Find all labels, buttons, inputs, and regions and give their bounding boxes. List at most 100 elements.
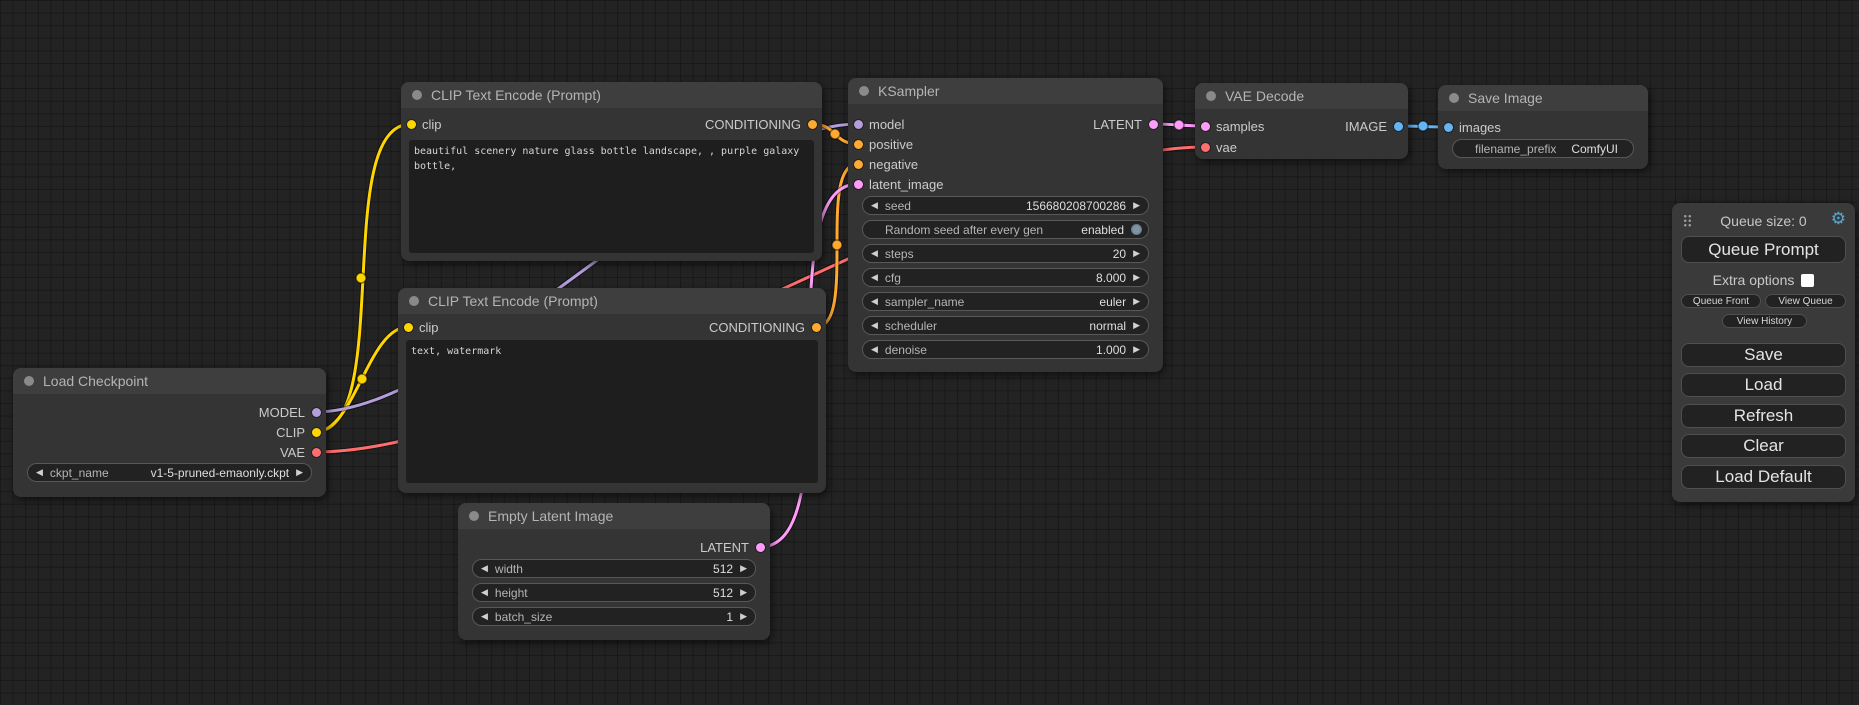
link-dot-latent bbox=[1174, 120, 1184, 130]
decrement-arrow-icon[interactable]: ◀ bbox=[481, 564, 488, 573]
decrement-arrow-icon[interactable]: ◀ bbox=[871, 321, 878, 330]
increment-arrow-icon[interactable]: ▶ bbox=[1133, 345, 1140, 354]
widget-value: 156680208700286 bbox=[1026, 199, 1126, 213]
increment-arrow-icon[interactable]: ▶ bbox=[296, 468, 303, 477]
view-history-button[interactable]: View History bbox=[1722, 314, 1807, 328]
input-slot-negative[interactable] bbox=[854, 160, 863, 169]
node-clip-text-encode-positive[interactable]: CLIP Text Encode (Prompt) clip CONDITION… bbox=[401, 82, 822, 261]
input-slot-positive[interactable] bbox=[854, 140, 863, 149]
output-label-conditioning: CONDITIONING bbox=[709, 320, 805, 335]
load-default-button[interactable]: Load Default bbox=[1681, 465, 1846, 489]
increment-arrow-icon[interactable]: ▶ bbox=[740, 588, 747, 597]
refresh-button[interactable]: Refresh bbox=[1681, 404, 1846, 428]
input-slot-samples[interactable] bbox=[1201, 122, 1210, 131]
collapse-dot-icon[interactable] bbox=[409, 296, 419, 306]
decrement-arrow-icon[interactable]: ◀ bbox=[36, 468, 43, 477]
node-vae-decode[interactable]: VAE Decode samples IMAGE vae bbox=[1195, 83, 1408, 159]
extra-options-label: Extra options bbox=[1713, 272, 1795, 288]
collapse-dot-icon[interactable] bbox=[412, 90, 422, 100]
view-queue-button[interactable]: View Queue bbox=[1765, 294, 1846, 308]
link-dot-conditioning-1 bbox=[830, 129, 840, 139]
widget-denoise[interactable]: ◀ denoise 1.000 ▶ bbox=[862, 340, 1149, 359]
input-slot-images[interactable] bbox=[1444, 123, 1453, 132]
node-title-bar[interactable]: KSampler bbox=[848, 78, 1163, 104]
input-slot-latent-image[interactable] bbox=[854, 180, 863, 189]
widget-label: batch_size bbox=[495, 610, 552, 624]
output-label-vae: VAE bbox=[280, 445, 305, 460]
random-seed-toggle[interactable] bbox=[1131, 224, 1142, 235]
node-title: KSampler bbox=[878, 83, 939, 99]
collapse-dot-icon[interactable] bbox=[1206, 91, 1216, 101]
output-slot-latent[interactable] bbox=[756, 543, 765, 552]
node-empty-latent-image[interactable]: Empty Latent Image LATENT ◀ width 512 ▶ … bbox=[458, 503, 770, 640]
node-save-image[interactable]: Save Image images filename_prefix ComfyU… bbox=[1438, 85, 1648, 169]
queue-prompt-button[interactable]: Queue Prompt bbox=[1681, 236, 1846, 263]
increment-arrow-icon[interactable]: ▶ bbox=[740, 564, 747, 573]
collapse-dot-icon[interactable] bbox=[469, 511, 479, 521]
input-slot-clip[interactable] bbox=[407, 120, 416, 129]
widget-batch-size[interactable]: ◀ batch_size 1 ▶ bbox=[472, 607, 756, 626]
widget-value: ComfyUI bbox=[1571, 142, 1618, 156]
increment-arrow-icon[interactable]: ▶ bbox=[740, 612, 747, 621]
widget-width[interactable]: ◀ width 512 ▶ bbox=[472, 559, 756, 578]
widget-sampler-name[interactable]: ◀ sampler_name euler ▶ bbox=[862, 292, 1149, 311]
widget-label: height bbox=[495, 586, 528, 600]
output-slot-latent[interactable] bbox=[1149, 120, 1158, 129]
widget-ckpt-name[interactable]: ◀ ckpt_name v1-5-pruned-emaonly.ckpt ▶ bbox=[27, 463, 312, 482]
widget-random-seed[interactable]: Random seed after every gen enabled bbox=[862, 220, 1149, 239]
node-load-checkpoint[interactable]: Load Checkpoint MODEL CLIP VAE ◀ ckpt_na… bbox=[13, 368, 326, 497]
settings-gear-icon[interactable]: ⚙ bbox=[1831, 209, 1846, 229]
increment-arrow-icon[interactable]: ▶ bbox=[1133, 249, 1140, 258]
extra-options-checkbox[interactable] bbox=[1801, 274, 1814, 287]
output-slot-clip[interactable] bbox=[312, 428, 321, 437]
input-label-latent-image: latent_image bbox=[869, 177, 943, 192]
output-slot-vae[interactable] bbox=[312, 448, 321, 457]
node-clip-text-encode-negative[interactable]: CLIP Text Encode (Prompt) clip CONDITION… bbox=[398, 288, 826, 493]
node-title-bar[interactable]: Save Image bbox=[1438, 85, 1648, 111]
output-slot-model[interactable] bbox=[312, 408, 321, 417]
input-slot-vae[interactable] bbox=[1201, 143, 1210, 152]
decrement-arrow-icon[interactable]: ◀ bbox=[871, 297, 878, 306]
load-button[interactable]: Load bbox=[1681, 373, 1846, 397]
decrement-arrow-icon[interactable]: ◀ bbox=[871, 249, 878, 258]
input-label-vae: vae bbox=[1216, 140, 1237, 155]
increment-arrow-icon[interactable]: ▶ bbox=[1133, 297, 1140, 306]
node-title-bar[interactable]: CLIP Text Encode (Prompt) bbox=[401, 82, 822, 108]
input-slot-clip[interactable] bbox=[404, 323, 413, 332]
widget-scheduler[interactable]: ◀ scheduler normal ▶ bbox=[862, 316, 1149, 335]
decrement-arrow-icon[interactable]: ◀ bbox=[871, 273, 878, 282]
prompt-textarea[interactable]: text, watermark bbox=[406, 340, 818, 483]
increment-arrow-icon[interactable]: ▶ bbox=[1133, 321, 1140, 330]
decrement-arrow-icon[interactable]: ◀ bbox=[481, 612, 488, 621]
node-title-bar[interactable]: VAE Decode bbox=[1195, 83, 1408, 109]
node-ksampler[interactable]: KSampler model LATENT positive negative … bbox=[848, 78, 1163, 372]
save-button[interactable]: Save bbox=[1681, 343, 1846, 367]
output-slot-conditioning[interactable] bbox=[812, 323, 821, 332]
prompt-textarea[interactable]: beautiful scenery nature glass bottle la… bbox=[409, 140, 814, 253]
collapse-dot-icon[interactable] bbox=[1449, 93, 1459, 103]
increment-arrow-icon[interactable]: ▶ bbox=[1133, 201, 1140, 210]
node-title-bar[interactable]: Load Checkpoint bbox=[13, 368, 326, 394]
decrement-arrow-icon[interactable]: ◀ bbox=[481, 588, 488, 597]
input-slot-model[interactable] bbox=[854, 120, 863, 129]
output-slot-conditioning[interactable] bbox=[808, 120, 817, 129]
node-graph-canvas[interactable]: Load Checkpoint MODEL CLIP VAE ◀ ckpt_na… bbox=[0, 0, 1859, 705]
widget-cfg[interactable]: ◀ cfg 8.000 ▶ bbox=[862, 268, 1149, 287]
node-title-bar[interactable]: CLIP Text Encode (Prompt) bbox=[398, 288, 826, 314]
widget-seed[interactable]: ◀ seed 156680208700286 ▶ bbox=[862, 196, 1149, 215]
decrement-arrow-icon[interactable]: ◀ bbox=[871, 345, 878, 354]
node-title: VAE Decode bbox=[1225, 88, 1304, 104]
collapse-dot-icon[interactable] bbox=[24, 376, 34, 386]
widget-height[interactable]: ◀ height 512 ▶ bbox=[472, 583, 756, 602]
queue-size-label: Queue size: 0 bbox=[1672, 211, 1855, 231]
increment-arrow-icon[interactable]: ▶ bbox=[1133, 273, 1140, 282]
node-title-bar[interactable]: Empty Latent Image bbox=[458, 503, 770, 529]
clear-button[interactable]: Clear bbox=[1681, 434, 1846, 458]
widget-filename-prefix[interactable]: filename_prefix ComfyUI bbox=[1452, 139, 1634, 158]
widget-label: denoise bbox=[885, 343, 927, 357]
widget-steps[interactable]: ◀ steps 20 ▶ bbox=[862, 244, 1149, 263]
queue-front-button[interactable]: Queue Front bbox=[1681, 294, 1761, 308]
decrement-arrow-icon[interactable]: ◀ bbox=[871, 201, 878, 210]
output-slot-image[interactable] bbox=[1394, 122, 1403, 131]
collapse-dot-icon[interactable] bbox=[859, 86, 869, 96]
